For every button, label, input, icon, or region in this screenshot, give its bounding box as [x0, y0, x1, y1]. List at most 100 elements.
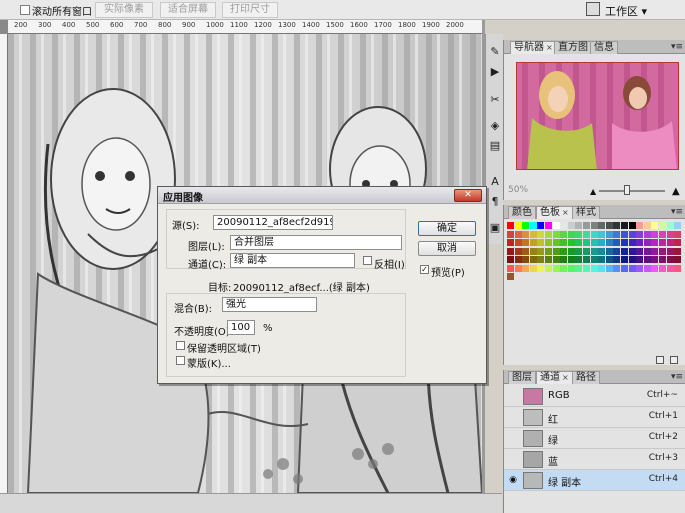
channel-row[interactable]: 红 Ctrl+1	[504, 407, 685, 428]
color-swatch[interactable]	[552, 264, 560, 272]
visibility-toggle[interactable]	[508, 433, 518, 443]
delete-swatch-icon[interactable]	[670, 356, 678, 364]
mask-checkbox[interactable]	[176, 356, 185, 365]
color-swatch[interactable]	[605, 264, 613, 272]
color-swatch[interactable]	[560, 264, 568, 272]
color-swatch[interactable]	[545, 239, 552, 246]
color-swatch[interactable]	[666, 264, 674, 272]
color-swatch[interactable]	[514, 256, 522, 263]
fit-screen-button[interactable]: 适合屏幕	[160, 2, 216, 18]
visibility-toggle[interactable]	[508, 454, 518, 464]
zoom-slider[interactable]	[599, 190, 665, 192]
channel-row[interactable]: 蓝 Ctrl+3	[504, 449, 685, 470]
color-swatch[interactable]	[537, 230, 545, 238]
tab-layers[interactable]: 图层	[508, 371, 536, 384]
color-swatch[interactable]	[636, 222, 644, 229]
color-swatch[interactable]	[560, 222, 568, 229]
color-swatch[interactable]	[636, 230, 644, 238]
color-swatch[interactable]	[567, 247, 575, 255]
color-swatch[interactable]	[590, 256, 598, 263]
color-swatch[interactable]	[666, 247, 674, 255]
color-swatch[interactable]	[666, 230, 674, 238]
text-icon[interactable]: A	[488, 174, 502, 190]
color-swatch[interactable]	[598, 247, 606, 255]
color-swatch[interactable]	[560, 239, 568, 246]
color-swatch[interactable]	[545, 264, 552, 272]
color-swatch[interactable]	[674, 247, 682, 255]
color-swatch[interactable]	[651, 256, 659, 263]
color-swatch[interactable]	[590, 239, 598, 246]
color-swatch[interactable]	[643, 247, 651, 255]
color-swatch[interactable]	[545, 256, 552, 263]
channel-select[interactable]: 绿 副本	[230, 253, 355, 268]
color-swatch[interactable]	[583, 230, 590, 238]
color-swatch[interactable]	[598, 230, 606, 238]
close-icon[interactable]: ✕	[454, 189, 482, 202]
color-swatch[interactable]	[605, 222, 613, 229]
tab-channels[interactable]: 通道 ×	[536, 371, 573, 384]
color-swatch[interactable]	[666, 222, 674, 229]
color-swatch[interactable]	[537, 256, 545, 263]
color-swatch[interactable]	[598, 256, 606, 263]
tools-icon[interactable]: ✂	[488, 92, 502, 108]
tab-histogram[interactable]: 直方图	[554, 41, 592, 54]
color-swatch[interactable]	[621, 239, 628, 246]
color-swatch[interactable]	[598, 222, 606, 229]
color-swatch[interactable]	[560, 247, 568, 255]
color-swatch[interactable]	[643, 264, 651, 272]
color-swatch[interactable]	[674, 222, 682, 229]
cancel-button[interactable]: 取消	[418, 241, 476, 256]
color-swatch[interactable]	[514, 247, 522, 255]
color-swatch[interactable]	[613, 230, 621, 238]
tab-color[interactable]: 颜色	[508, 206, 536, 219]
color-swatch[interactable]	[605, 239, 613, 246]
invert-checkbox[interactable]	[363, 256, 372, 265]
color-swatch[interactable]	[659, 264, 666, 272]
visibility-toggle[interactable]	[508, 391, 518, 401]
color-swatch[interactable]	[613, 239, 621, 246]
color-swatch[interactable]	[651, 247, 659, 255]
color-swatch[interactable]	[643, 222, 651, 229]
color-swatch[interactable]	[507, 247, 514, 255]
color-swatch[interactable]	[522, 264, 530, 272]
preserve-transparency-checkbox[interactable]	[176, 341, 185, 350]
color-swatch[interactable]	[621, 256, 628, 263]
color-swatch[interactable]	[537, 239, 545, 246]
color-swatch[interactable]	[598, 239, 606, 246]
color-swatch[interactable]	[514, 264, 522, 272]
channel-row[interactable]: 绿 Ctrl+2	[504, 428, 685, 449]
tab-paths[interactable]: 路径	[572, 371, 600, 384]
color-swatch[interactable]	[590, 247, 598, 255]
color-swatch[interactable]	[621, 222, 628, 229]
color-swatch[interactable]	[507, 222, 514, 229]
color-swatch[interactable]	[583, 256, 590, 263]
color-swatch[interactable]	[522, 256, 530, 263]
zoom-out-icon[interactable]: ▲	[590, 187, 596, 196]
play-icon[interactable]: ▶	[488, 64, 502, 80]
color-swatch[interactable]	[590, 264, 598, 272]
color-swatch[interactable]	[552, 256, 560, 263]
color-swatch[interactable]	[514, 222, 522, 229]
color-swatch[interactable]	[537, 247, 545, 255]
color-swatch[interactable]	[621, 247, 628, 255]
color-swatch[interactable]	[522, 247, 530, 255]
color-swatch[interactable]	[507, 239, 514, 246]
actual-pixels-button[interactable]: 实际像素	[95, 2, 153, 18]
color-swatch[interactable]	[567, 239, 575, 246]
color-swatch[interactable]	[522, 239, 530, 246]
color-swatch[interactable]	[643, 256, 651, 263]
color-swatch[interactable]	[514, 239, 522, 246]
print-size-button[interactable]: 打印尺寸	[222, 2, 278, 18]
ok-button[interactable]: 确定	[418, 221, 476, 236]
color-swatch[interactable]	[545, 222, 552, 229]
color-swatch[interactable]	[621, 264, 628, 272]
color-swatch[interactable]	[621, 230, 628, 238]
color-swatch[interactable]	[507, 264, 514, 272]
color-swatch[interactable]	[628, 256, 636, 263]
color-swatch[interactable]	[613, 247, 621, 255]
color-swatch[interactable]	[567, 264, 575, 272]
color-swatch[interactable]	[636, 247, 644, 255]
paragraph-icon[interactable]: ¶	[488, 194, 502, 210]
color-swatch[interactable]	[636, 239, 644, 246]
color-swatch[interactable]	[590, 222, 598, 229]
